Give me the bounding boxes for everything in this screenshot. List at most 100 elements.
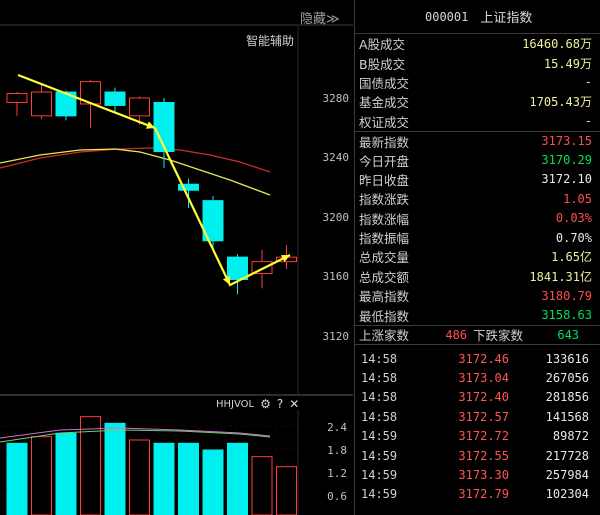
volume-axis-tick: 2.4 (327, 421, 347, 434)
tick-volume: 141568 (545, 409, 589, 424)
volume-bar (178, 442, 199, 515)
quote-row: 基金成交 1705.43万 (355, 92, 600, 111)
quote-row-value: 16460.68万 (522, 37, 592, 52)
quote-row-value: - (584, 75, 592, 90)
tick-time: 14:58 (361, 390, 398, 405)
quote-row-label: 今日开盘 (359, 153, 410, 169)
candle-body (6, 93, 28, 103)
gear-icon[interactable]: ⚙ (260, 398, 271, 410)
quote-row-label: 总成交量 (359, 250, 410, 266)
tick-list[interactable]: 14:58 3172.46 133616 14:58 3173.04 267056 14:5… (355, 345, 600, 504)
volume-bar (276, 466, 297, 515)
tick-price: 3172.72 (458, 429, 509, 444)
tick-price: 3172.57 (458, 409, 509, 424)
tick-time: 14:59 (361, 467, 398, 482)
quote-row-value: 1841.31亿 (529, 269, 592, 284)
quote-panel: 000001 上证指数 A股成交 16460.68万 B股成交 15.49万国债成交 -… (354, 0, 600, 515)
help-icon[interactable]: ? (277, 398, 283, 410)
tick-price: 3173.30 (458, 467, 509, 482)
volume-indicator-name[interactable]: HHJVOL (216, 399, 254, 410)
quote-row: 今日开盘 3170.29 (355, 150, 600, 169)
tick-row: 14:59 3172.72 89872 (355, 426, 600, 445)
double-chevron-icon: ≫ (326, 12, 340, 27)
quote-row-value: 1.05 (563, 191, 592, 206)
volume-axis-tick: 0.6 (327, 490, 347, 503)
quote-row-value: 3180.79 (541, 288, 592, 303)
volume-indicator-header: HHJVOL ⚙ ? ✕ (216, 397, 299, 411)
quote-header: 000001 上证指数 (355, 0, 600, 34)
tick-row: 14:59 3172.79 102304 (355, 485, 600, 504)
quote-row-value: - (584, 114, 592, 129)
index-code: 000001 (425, 9, 469, 24)
volume-bar (202, 449, 224, 515)
tick-row: 14:58 3172.46 133616 (355, 349, 600, 368)
advance-decline-row: 上涨家数 486 下跌家数 643 (355, 324, 600, 345)
tick-row: 14:58 3172.40 281856 (355, 388, 600, 407)
tick-row: 14:58 3173.04 267056 (355, 368, 600, 387)
quote-row-label: 指数涨跌 (359, 192, 410, 208)
moving-average-yellow (0, 148, 271, 196)
tick-time: 14:59 (361, 487, 398, 502)
hide-panel-button[interactable]: 隐藏≫ (300, 8, 340, 27)
decline-count: 643 (557, 327, 580, 342)
quote-row-label: 最新指数 (359, 134, 410, 150)
tick-volume: 281856 (545, 390, 589, 405)
close-icon[interactable]: ✕ (289, 398, 299, 410)
tick-volume: 217728 (545, 448, 589, 463)
index-name: 上证指数 (480, 11, 533, 26)
quote-row-value: 1.65亿 (551, 250, 592, 265)
candle-body (153, 101, 175, 153)
decline-label: 下跌家数 (473, 328, 524, 344)
price-axis-tick: 3120 (322, 330, 350, 343)
volume-bar (6, 442, 28, 515)
tick-time: 14:58 (361, 409, 398, 424)
quote-row: 最高指数 3180.79 (355, 286, 600, 305)
quote-row: B股成交 15.49万 (355, 53, 600, 72)
tick-volume: 89872 (552, 429, 589, 444)
tick-volume: 257984 (545, 467, 589, 482)
quote-row-label: 基金成交 (359, 95, 410, 111)
tick-volume: 102304 (545, 487, 589, 502)
smart-assist-button[interactable]: 智能辅助 (246, 32, 294, 49)
quote-row: 国债成交 - (355, 73, 600, 92)
candle-body (31, 91, 52, 117)
quote-row-label: 权证成交 (359, 114, 410, 130)
quote-row: 昨日收盘 3172.10 (355, 170, 600, 189)
volume-bar (227, 442, 248, 515)
tick-row: 14:59 3172.55 217728 (355, 446, 600, 465)
quote-row: 指数涨幅 0.03% (355, 209, 600, 228)
candle-body (129, 97, 150, 117)
kline-chart[interactable] (0, 0, 353, 515)
quote-row-label: 最高指数 (359, 289, 410, 305)
quote-row-label: A股成交 (359, 37, 406, 53)
tick-price: 3172.79 (458, 487, 509, 502)
tick-time: 14:58 (361, 370, 398, 385)
kline-chart-panel[interactable]: 隐藏≫ 智能辅助 3280 3240 3200 3160 3120 HHJVOL… (0, 0, 353, 515)
tick-volume: 267056 (545, 370, 589, 385)
quote-row-value: 3170.29 (541, 153, 592, 168)
volume-bar (55, 432, 77, 515)
tick-volume: 133616 (545, 351, 589, 366)
quote-row-value: 3158.63 (541, 308, 592, 323)
tick-row: 14:58 3172.57 141568 (355, 407, 600, 426)
quote-row-label: 昨日收盘 (359, 172, 410, 188)
quote-row-value: 3172.10 (541, 172, 592, 187)
quote-row: 总成交额 1841.31亿 (355, 267, 600, 286)
price-axis-tick: 3160 (322, 270, 350, 283)
quote-row: 指数振幅 0.70% (355, 228, 600, 247)
quote-row-label: 国债成交 (359, 75, 410, 91)
quote-row-label: 指数涨幅 (359, 211, 410, 227)
quote-row: 总成交量 1.65亿 (355, 247, 600, 266)
tick-price: 3172.55 (458, 448, 509, 463)
price-axis-tick: 3200 (322, 211, 350, 224)
quote-row: 最新指数 3173.15 (355, 130, 600, 150)
tick-row: 14:59 3173.30 257984 (355, 465, 600, 484)
quote-row: 指数涨跌 1.05 (355, 189, 600, 208)
quote-row-label: 最低指数 (359, 308, 410, 324)
volume-bar (104, 422, 126, 515)
hide-panel-label: 隐藏 (300, 12, 327, 27)
candle-body (227, 256, 248, 280)
tick-price: 3172.40 (458, 390, 509, 405)
price-axis-tick: 3280 (322, 92, 350, 105)
tick-price: 3173.04 (458, 370, 509, 385)
